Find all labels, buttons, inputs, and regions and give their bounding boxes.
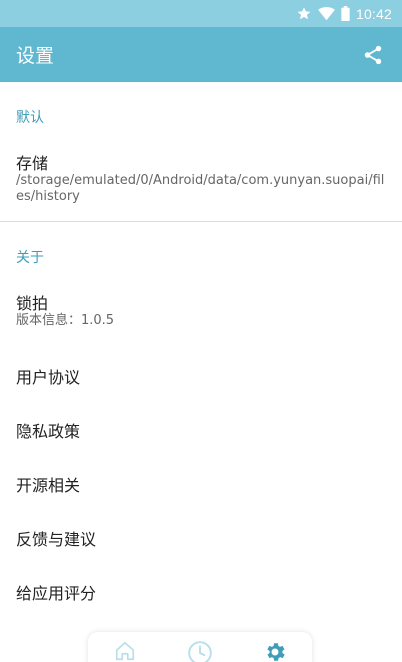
section-header-default: 默认 (16, 110, 44, 126)
bottom-nav (88, 632, 312, 662)
app-version: 版本信息：1.0.5 (16, 313, 115, 328)
home-icon (116, 641, 135, 661)
settings-gear-icon (267, 643, 285, 661)
nav-settings-button[interactable] (261, 640, 289, 662)
section-header-about: 关于 (16, 250, 44, 266)
page-title: 设置 (16, 45, 55, 67)
section-divider (0, 221, 402, 222)
nav-home-button[interactable] (111, 640, 139, 662)
star-icon (296, 6, 312, 21)
battery-icon (341, 6, 350, 21)
privacy-policy-item[interactable]: 隐私政策 (16, 418, 80, 442)
app-info-title: 锁拍 (16, 294, 49, 313)
storage-path: /storage/emulated/0/Android/data/com.yun… (16, 173, 385, 204)
share-icon (364, 45, 382, 64)
nav-history-button[interactable] (186, 640, 214, 662)
status-time: 10:42 (355, 5, 392, 22)
app-bar: 设置 (0, 27, 402, 82)
status-bar: 10:42 (0, 0, 402, 27)
user-agreement-item[interactable]: 用户协议 (16, 364, 80, 388)
rate-app-item[interactable]: 给应用评分 (16, 580, 96, 604)
storage-title: 存储 (16, 154, 49, 173)
open-source-item[interactable]: 开源相关 (16, 472, 80, 496)
history-clock-icon (188, 641, 212, 662)
share-button[interactable] (360, 42, 386, 68)
settings-list: 默认 存储 /storage/emulated/0/Android/data/c… (0, 82, 402, 662)
feedback-item[interactable]: 反馈与建议 (16, 526, 96, 550)
wifi-icon (318, 6, 335, 21)
